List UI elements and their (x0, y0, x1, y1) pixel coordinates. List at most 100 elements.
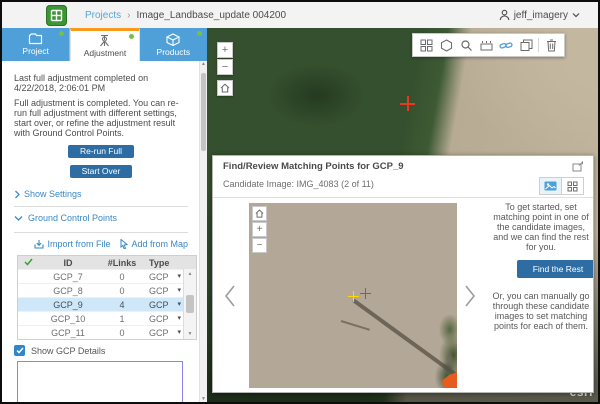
cursor-icon (120, 239, 128, 249)
table-row-gcp11[interactable]: GCP_11 0 GCP▾ (18, 325, 196, 339)
last-adjustment-status: Last full adjustment completed on 4/22/2… (14, 73, 188, 93)
gcp-id: GCP_11 (38, 328, 98, 338)
map-zoom-controls: + − (217, 42, 233, 97)
col-type[interactable]: Type (146, 258, 184, 268)
gcp-id: GCP_10 (38, 314, 98, 324)
import-from-file-link[interactable]: Import from File (34, 239, 110, 249)
image-home-button[interactable] (252, 206, 267, 221)
gcp-links-count: 1 (98, 314, 146, 324)
show-settings-label: Show Settings (24, 189, 82, 199)
gcp-type: GCP (149, 328, 169, 338)
scroll-down-icon: ▼ (188, 329, 193, 339)
matching-point-cross-yellow (348, 291, 359, 302)
image-viewer-controls: + − (252, 206, 267, 254)
image-zoom-in-button[interactable]: + (252, 222, 267, 237)
gcp-table-header: ID #Links Type (18, 256, 196, 269)
trash-icon[interactable] (541, 35, 561, 55)
folder-icon (28, 33, 43, 45)
rerun-full-button[interactable]: Re-run Full (68, 145, 134, 158)
status-dot (197, 31, 202, 36)
panel-scrollbar[interactable]: ▲ ▼ (199, 61, 207, 402)
gcp-type: GCP (149, 300, 169, 310)
pole-shadow-branch (341, 320, 370, 331)
app-header: Projects › Image_Landbase_update 004200 … (2, 2, 598, 29)
gcp-section-toggle[interactable]: Ground Control Points (14, 213, 188, 223)
type-dropdown-icon[interactable]: ▾ (177, 314, 181, 324)
tab-project[interactable]: Project (2, 28, 70, 61)
adjustment-description: Full adjustment is completed. You can re… (14, 98, 188, 138)
divider (14, 232, 188, 233)
table-scrollbar[interactable]: ▲▼ (183, 269, 196, 339)
find-review-panel: Find/Review Matching Points for GCP_9 Ca… (212, 155, 594, 393)
status-dot (129, 34, 134, 39)
app-frame: Projects › Image_Landbase_update 004200 … (2, 2, 598, 402)
gcp-links-count: 0 (98, 286, 146, 296)
show-gcp-details-checkbox[interactable] (14, 345, 25, 356)
start-over-button[interactable]: Start Over (70, 165, 133, 178)
popout-icon[interactable] (572, 161, 584, 172)
zoom-in-button[interactable]: + (217, 42, 233, 58)
gcp-id: GCP_9 (38, 300, 98, 310)
instructions-column: To get started, set matching point in on… (489, 202, 593, 331)
gcp-table: ID #Links Type GCP_7 0 GCP▾ GCP_8 0 (17, 255, 197, 340)
chevron-down-icon (572, 12, 580, 18)
map-view[interactable]: esri + − Find/Review Matching Points for… (207, 28, 598, 402)
adjustment-content: Last full adjustment completed on 4/22/2… (2, 61, 200, 402)
scroll-thumb (186, 295, 194, 313)
gcp-photo-placeholder: Photo not available. (17, 361, 183, 402)
previous-image-chevron[interactable] (223, 284, 239, 308)
attribute-table-icon[interactable] (476, 35, 496, 55)
type-dropdown-icon[interactable]: ▾ (177, 328, 181, 338)
gcp-id: GCP_8 (38, 286, 98, 296)
scroll-thumb (201, 73, 206, 151)
image-zoom-out-button[interactable]: − (252, 238, 267, 253)
next-image-chevron[interactable] (463, 284, 479, 308)
adjustment-side-panel: Project Adjustment Products Last full ad… (2, 28, 207, 402)
table-row-gcp10[interactable]: GCP_10 1 GCP ▾ (18, 311, 196, 325)
basemap-icon[interactable] (436, 35, 456, 55)
panel-tabs: Project Adjustment Products (2, 28, 207, 61)
gcp-type: GCP (149, 314, 169, 324)
type-dropdown-icon[interactable]: ▾ (177, 272, 181, 282)
candidate-image[interactable]: + − (249, 203, 457, 388)
table-row-gcp8[interactable]: GCP_8 0 GCP ▾ (18, 283, 196, 297)
add-from-map-link[interactable]: Add from Map (120, 239, 188, 249)
home-extent-button[interactable] (217, 80, 233, 96)
type-dropdown-icon[interactable]: ▾ (177, 286, 181, 296)
check-icon (18, 258, 38, 268)
col-links[interactable]: #Links (98, 258, 146, 268)
chevron-down-icon (14, 215, 23, 221)
user-menu[interactable]: jeff_imagery (499, 2, 580, 28)
breadcrumb-projects-link[interactable]: Projects (85, 10, 121, 21)
find-the-rest-button[interactable]: Find the Rest (517, 260, 594, 278)
expand-windows-icon[interactable] (416, 35, 436, 55)
adjustment-theodolite-icon (97, 34, 112, 47)
divider (213, 197, 593, 198)
instruction-secondary: Or, you can manually go through these ca… (489, 291, 593, 331)
tab-adjustment[interactable]: Adjustment (70, 28, 139, 61)
tab-adjustment-label: Adjustment (84, 48, 127, 58)
scroll-down-icon: ▼ (201, 396, 206, 402)
map-toolbar (412, 33, 565, 57)
gcp-links-icon[interactable] (496, 35, 516, 55)
scroll-up-icon: ▲ (188, 269, 193, 279)
gcp-section-title: Ground Control Points (28, 213, 117, 223)
search-icon[interactable] (456, 35, 476, 55)
single-image-view-button[interactable] (540, 178, 561, 194)
tab-products[interactable]: Products (140, 28, 207, 61)
col-id[interactable]: ID (38, 258, 98, 268)
grid-view-button[interactable] (561, 178, 583, 194)
gcp-table-actions: Import from File Add from Map (14, 239, 188, 249)
show-gcp-details-row: Show GCP Details (14, 345, 188, 356)
zoom-out-button[interactable]: − (217, 59, 233, 75)
gcp-type: GCP (149, 286, 169, 296)
breadcrumb: Projects › Image_Landbase_update 004200 (85, 10, 286, 21)
type-dropdown-icon[interactable]: ▾ (177, 300, 181, 310)
table-row-gcp9-selected[interactable]: GCP_9 4 GCP▾ (18, 297, 196, 311)
image-collection-icon[interactable] (516, 35, 536, 55)
chevron-right-icon (14, 190, 20, 199)
show-settings-toggle[interactable]: Show Settings (14, 189, 188, 199)
app-logo-icon (46, 5, 67, 26)
user-name: jeff_imagery (514, 10, 568, 21)
table-row-gcp7[interactable]: GCP_7 0 GCP▾ (18, 269, 196, 283)
